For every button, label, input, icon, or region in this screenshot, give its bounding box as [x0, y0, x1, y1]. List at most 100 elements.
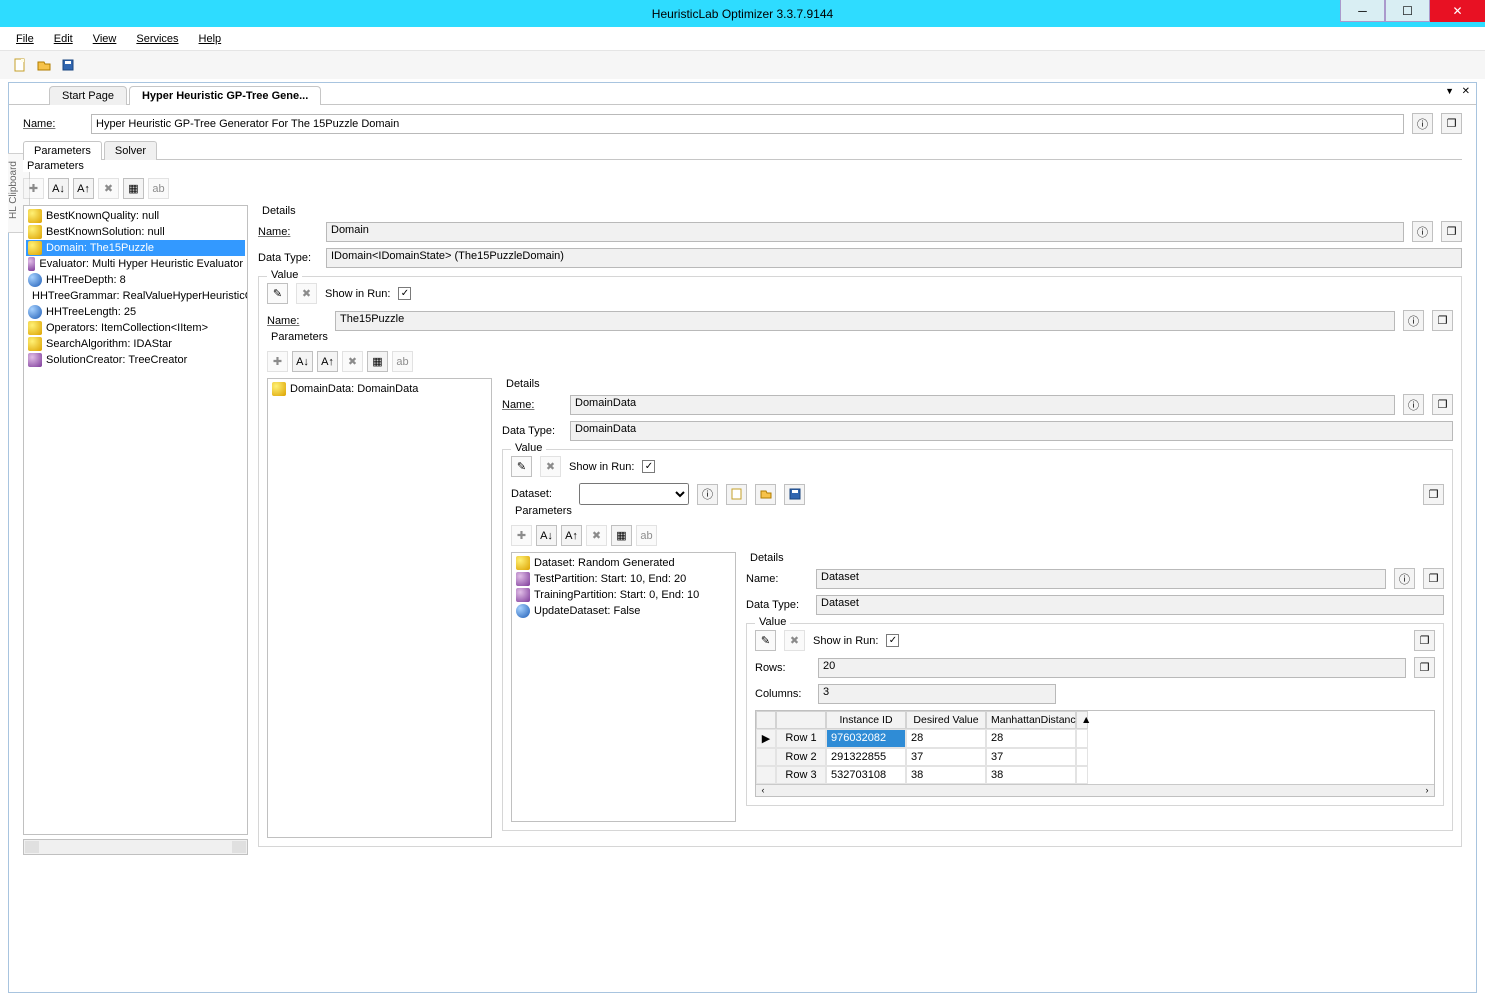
subtab-parameters[interactable]: Parameters — [23, 141, 102, 160]
tree-item[interactable]: SearchAlgorithm: IDAStar — [26, 336, 245, 352]
tree-item[interactable]: Evaluator: Multi Hyper Heuristic Evaluat… — [26, 256, 245, 272]
tree-item[interactable]: DomainData: DomainData — [270, 381, 489, 397]
tab-start-page[interactable]: Start Page — [49, 86, 127, 105]
cell[interactable]: 976032082 — [826, 729, 906, 748]
cell[interactable]: ▶ — [756, 729, 776, 748]
cell[interactable] — [1076, 766, 1088, 784]
show-in-run-checkbox[interactable] — [886, 634, 899, 647]
tab-hyper-heuristic[interactable]: Hyper Heuristic GP-Tree Gene... — [129, 86, 321, 105]
cell[interactable]: 38 — [906, 766, 986, 784]
tree-item[interactable]: Domain: The15Puzzle — [26, 240, 245, 256]
new-file-icon[interactable] — [10, 55, 30, 75]
menu-help[interactable]: Help — [191, 31, 230, 47]
menu-file[interactable]: File — [8, 31, 42, 47]
edit-icon[interactable]: ✎ — [755, 630, 776, 651]
tile-icon[interactable]: ▦ — [123, 178, 144, 199]
cell[interactable]: 28 — [986, 729, 1076, 748]
cell[interactable]: 291322855 — [826, 748, 906, 766]
menu-services[interactable]: Services — [128, 31, 186, 47]
column-header[interactable]: ▲ — [1076, 711, 1088, 729]
cell[interactable]: Row 2 — [776, 748, 826, 766]
subtab-solver[interactable]: Solver — [104, 141, 157, 160]
cell[interactable] — [1076, 748, 1088, 766]
cell[interactable]: Row 1 — [776, 729, 826, 748]
minimize-button[interactable]: ─ — [1340, 0, 1385, 22]
cell[interactable] — [756, 748, 776, 766]
info-icon[interactable]: ⓘ — [1394, 568, 1415, 589]
info-icon[interactable]: ⓘ — [1403, 394, 1424, 415]
sort-asc-icon[interactable]: A↓ — [292, 351, 313, 372]
menu-view[interactable]: View — [85, 31, 125, 47]
tree-item[interactable]: UpdateDataset: False — [514, 603, 733, 619]
column-header[interactable]: ManhattanDistance — [986, 711, 1076, 729]
tab-close-icon[interactable]: ✕ — [1462, 86, 1470, 97]
open-icon[interactable] — [755, 484, 776, 505]
menu-edit[interactable]: Edit — [46, 31, 81, 47]
detach-icon[interactable]: ❐ — [1441, 221, 1462, 242]
info-icon[interactable]: ⓘ — [697, 484, 718, 505]
tree-item[interactable]: Operators: ItemCollection<IItem> — [26, 320, 245, 336]
parameters-tree[interactable]: BestKnownQuality: nullBestKnownSolution:… — [23, 205, 248, 835]
column-header[interactable] — [756, 711, 776, 729]
cell[interactable] — [756, 766, 776, 784]
inner-tree[interactable]: DomainData: DomainData — [267, 378, 492, 838]
tree-item[interactable]: TestPartition: Start: 10, End: 20 — [514, 571, 733, 587]
show-in-run-label: Show in Run: — [813, 635, 878, 647]
show-in-run-checkbox[interactable] — [398, 287, 411, 300]
maximize-button[interactable]: ☐ — [1385, 0, 1430, 22]
detach-icon[interactable]: ❐ — [1441, 113, 1462, 134]
tile-icon[interactable]: ▦ — [611, 525, 632, 546]
save-file-icon[interactable] — [58, 55, 78, 75]
data-grid[interactable]: Instance IDDesired ValueManhattanDistanc… — [755, 710, 1435, 797]
detach-icon[interactable]: ❐ — [1423, 568, 1444, 589]
detach-icon[interactable]: ❐ — [1432, 310, 1453, 331]
column-header[interactable]: Desired Value — [906, 711, 986, 729]
cell[interactable]: 28 — [906, 729, 986, 748]
cell[interactable]: 38 — [986, 766, 1076, 784]
detach-icon[interactable]: ❐ — [1414, 630, 1435, 651]
grid-h-scrollbar[interactable]: ‹› — [756, 784, 1434, 796]
sort-desc-icon[interactable]: A↑ — [561, 525, 582, 546]
tree-item[interactable]: HHTreeDepth: 8 — [26, 272, 245, 288]
info-icon[interactable]: ⓘ — [1412, 113, 1433, 134]
sort-desc-icon[interactable]: A↑ — [317, 351, 338, 372]
deep-tree[interactable]: Dataset: Random GeneratedTestPartition: … — [511, 552, 736, 822]
show-in-run-checkbox[interactable] — [642, 460, 655, 473]
info-icon[interactable]: ⓘ — [1412, 221, 1433, 242]
tile-icon[interactable]: ▦ — [367, 351, 388, 372]
cell[interactable] — [1076, 729, 1088, 748]
save-icon[interactable] — [784, 484, 805, 505]
open-file-icon[interactable] — [34, 55, 54, 75]
table-row[interactable]: ▶Row 19760320822828 — [756, 729, 1434, 748]
tree-item[interactable]: HHTreeGrammar: RealValueHyperHeuristicGr… — [26, 288, 245, 304]
tree-item[interactable]: TrainingPartition: Start: 0, End: 10 — [514, 587, 733, 603]
tab-dropdown-icon[interactable]: ▼ — [1445, 86, 1454, 96]
detach-icon[interactable]: ❐ — [1423, 484, 1444, 505]
column-header[interactable]: Instance ID — [826, 711, 906, 729]
name-input[interactable] — [91, 114, 1404, 134]
cell[interactable]: 532703108 — [826, 766, 906, 784]
tree-item[interactable]: HHTreeLength: 25 — [26, 304, 245, 320]
tree-item[interactable]: BestKnownSolution: null — [26, 224, 245, 240]
cell[interactable]: 37 — [986, 748, 1076, 766]
sort-asc-icon[interactable]: A↓ — [536, 525, 557, 546]
info-icon[interactable]: ⓘ — [1403, 310, 1424, 331]
new-icon[interactable] — [726, 484, 747, 505]
table-row[interactable]: Row 22913228553737 — [756, 748, 1434, 766]
column-header[interactable] — [776, 711, 826, 729]
close-button[interactable]: ✕ — [1430, 0, 1485, 22]
tree-item[interactable]: Dataset: Random Generated — [514, 555, 733, 571]
tree-item[interactable]: BestKnownQuality: null — [26, 208, 245, 224]
table-row[interactable]: Row 35327031083838 — [756, 766, 1434, 784]
detach-icon[interactable]: ❐ — [1414, 657, 1435, 678]
tree-h-scrollbar[interactable] — [23, 839, 248, 855]
dataset-select[interactable] — [579, 483, 689, 505]
sort-desc-icon[interactable]: A↑ — [73, 178, 94, 199]
sort-asc-icon[interactable]: A↓ — [48, 178, 69, 199]
cell[interactable]: Row 3 — [776, 766, 826, 784]
detach-icon[interactable]: ❐ — [1432, 394, 1453, 415]
edit-icon[interactable]: ✎ — [267, 283, 288, 304]
tree-item[interactable]: SolutionCreator: TreeCreator — [26, 352, 245, 368]
cell[interactable]: 37 — [906, 748, 986, 766]
edit-icon[interactable]: ✎ — [511, 456, 532, 477]
